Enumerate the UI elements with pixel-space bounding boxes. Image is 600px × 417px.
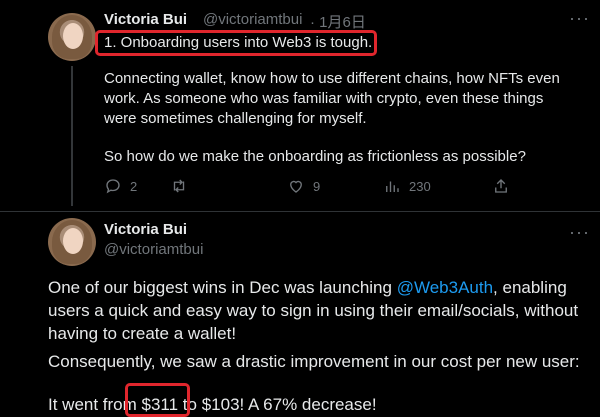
mention-link[interactable]: @Web3Auth [397, 278, 493, 297]
tweet-text: One of our biggest wins in Dec was launc… [48, 278, 397, 297]
avatar-face [63, 23, 83, 49]
tweet-paragraph: Consequently, we saw a drastic improveme… [48, 352, 580, 371]
highlight-box [125, 383, 190, 417]
author-name[interactable]: Victoria Bui [104, 11, 187, 28]
like-count: 9 [313, 178, 321, 194]
share-icon [495, 179, 507, 193]
retweet-icon [173, 179, 185, 193]
avatar[interactable] [48, 13, 96, 61]
tweet-paragraph: One of our biggest wins in Dec was launc… [48, 276, 588, 345]
tweet-date[interactable]: · 1月6日 [310, 11, 366, 32]
views-button[interactable]: 230 [383, 177, 431, 195]
tweet-paragraph: Connecting wallet, know how to use diffe… [104, 70, 560, 127]
more-icon[interactable]: ··· [569, 9, 590, 27]
author-name[interactable]: Victoria Bui [104, 221, 187, 238]
avatar-face [63, 228, 83, 254]
reply-count: 2 [130, 178, 138, 194]
like-button[interactable]: 9 [287, 177, 320, 195]
tweet-paragraph: So how do we make the onboarding as fric… [104, 148, 526, 165]
avatar[interactable] [48, 218, 96, 266]
retweet-button[interactable] [170, 177, 196, 195]
reply-button[interactable]: 2 [104, 177, 137, 195]
tweet-text: o $103! A 67% decrease! [187, 395, 377, 414]
reply-icon [106, 179, 120, 194]
divider [0, 211, 600, 212]
tweet-headline: 1. Onboarding users into Web3 is tough. [104, 34, 373, 51]
more-icon[interactable]: ··· [569, 223, 590, 241]
author-handle[interactable]: @victoriamtbui [104, 241, 203, 258]
like-icon [290, 180, 302, 193]
thread-line [71, 66, 73, 206]
author-handle[interactable]: @victoriamtbui [203, 11, 302, 28]
views-count: 230 [409, 178, 431, 194]
share-button[interactable] [492, 177, 510, 195]
tweet-text: It went fro [48, 395, 123, 414]
views-icon [386, 181, 399, 192]
